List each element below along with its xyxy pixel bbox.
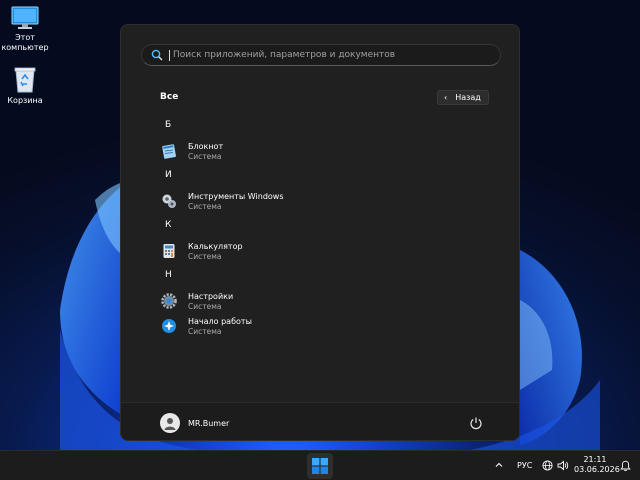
back-button[interactable]: ‹ Назад [437,90,489,105]
desktop-icon-label: Этот компьютер [1,33,49,52]
taskbar: РУС 21:11 03.06.2026 [0,450,640,480]
language-indicator[interactable]: РУС [517,461,532,470]
app-item-get-started[interactable]: Начало работы Система [161,317,481,342]
app-name: Инструменты Windows [188,192,284,201]
clock-time: 21:11 [583,455,607,464]
app-subtitle: Система [188,202,222,211]
search-input[interactable]: Поиск приложений, параметров и документо… [173,50,395,60]
clock[interactable]: 21:11 03.06.2026 [574,455,620,475]
app-name: Начало работы [188,317,252,326]
user-icon [164,418,176,430]
letter-header[interactable]: Н [161,267,481,292]
app-subtitle: Система [188,152,222,161]
app-item-calculator[interactable]: Калькулятор Система [161,242,481,267]
start-menu: Поиск приложений, параметров и документо… [120,24,520,441]
letter-header[interactable]: К [161,217,481,242]
user-account-button[interactable]: MR.Bumer [160,413,229,433]
notepad-icon [162,144,176,159]
app-item-settings[interactable]: Настройки Система [161,292,481,317]
app-subtitle: Система [188,252,222,261]
text-caret [169,49,170,61]
monitor-icon [11,6,39,29]
app-name: Блокнот [188,142,224,151]
app-item-notepad[interactable]: Блокнот Система [161,142,481,167]
app-name: Калькулятор [188,242,243,251]
desktop-icon-label: Корзина [7,96,43,105]
get-started-icon [162,319,176,333]
notification-bell-icon[interactable] [620,460,631,472]
power-button[interactable] [469,416,483,430]
calculator-icon [163,244,175,258]
back-button-label: Назад [455,93,481,102]
app-name: Настройки [188,292,234,301]
search-icon [151,49,163,61]
network-globe-icon[interactable] [542,460,553,471]
volume-icon[interactable] [557,460,569,471]
clock-date: 03.06.2026 [574,465,620,474]
settings-gear-icon [161,293,177,309]
search-box[interactable]: Поиск приложений, параметров и документо… [141,44,501,66]
letter-header[interactable]: И [161,167,481,192]
windows-logo-icon [312,458,328,474]
all-apps-heading: Все [160,92,179,102]
avatar [160,413,180,433]
desktop-icon-recycle-bin[interactable]: Корзина [0,66,50,106]
desktop-icon-this-pc[interactable]: Этот компьютер [0,6,50,53]
chevron-up-icon[interactable] [494,460,504,470]
app-item-windows-tools[interactable]: Инструменты Windows Система [161,192,481,217]
app-subtitle: Система [188,327,222,336]
chevron-left-icon: ‹ [444,93,448,102]
windows-tools-icon [162,194,176,208]
start-button[interactable] [307,453,333,479]
app-subtitle: Система [188,302,222,311]
start-footer: MR.Bumer [121,402,519,440]
recycle-bin-icon [14,67,36,93]
user-name: MR.Bumer [188,418,230,428]
letter-header[interactable]: Б [161,117,481,142]
apps-list: Б Блокнот Система И Инструменты Windows … [161,117,481,342]
